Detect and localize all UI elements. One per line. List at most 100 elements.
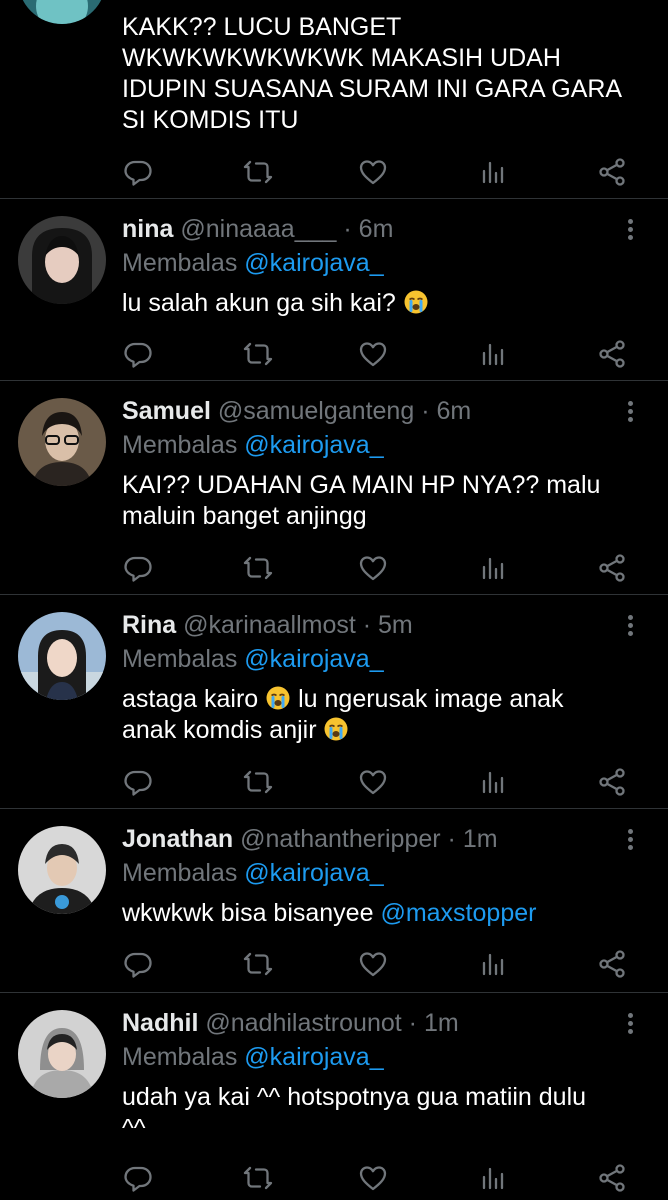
- like-icon[interactable]: [357, 1162, 389, 1194]
- username[interactable]: @karinaallmost: [183, 611, 356, 639]
- like-icon[interactable]: [357, 552, 389, 584]
- timestamp[interactable]: 6m: [359, 215, 394, 243]
- like-icon[interactable]: [357, 338, 389, 370]
- tweet-text: astaga kairo lu ngerusak image anak anak…: [122, 684, 642, 746]
- tweet-text: KAI?? UDAHAN GA MAIN HP NYA?? malu malui…: [122, 471, 601, 530]
- tweet-text: lu salah akun ga sih kai?: [122, 288, 642, 319]
- tweet-actions: [0, 1162, 668, 1194]
- replying-to: Membalas @kairojava_: [122, 246, 384, 280]
- reply-icon[interactable]: [122, 1162, 154, 1194]
- tweet-header: Nadhil @nadhilastrounot · 1m: [122, 1006, 459, 1040]
- like-icon[interactable]: [357, 948, 389, 980]
- tweet-header: Rina @karinaallmost · 5m: [122, 608, 413, 642]
- more-options-icon[interactable]: [620, 1010, 640, 1038]
- analytics-icon[interactable]: [477, 766, 509, 798]
- tweet-actions: [0, 948, 668, 980]
- reply-mention-link[interactable]: @kairojava_: [244, 249, 383, 277]
- share-icon[interactable]: [596, 948, 628, 980]
- retweet-icon[interactable]: [242, 766, 274, 798]
- analytics-icon[interactable]: [477, 948, 509, 980]
- reply-icon[interactable]: [122, 948, 154, 980]
- tweet-actions: [0, 156, 668, 188]
- tweet[interactable]: Samuel @samuelganteng · 6m Membalas @kai…: [0, 394, 668, 594]
- timestamp[interactable]: 1m: [463, 825, 498, 853]
- like-icon[interactable]: [357, 156, 389, 188]
- retweet-icon[interactable]: [242, 338, 274, 370]
- retweet-icon[interactable]: [242, 552, 274, 584]
- share-icon[interactable]: [596, 156, 628, 188]
- retweet-icon[interactable]: [242, 1162, 274, 1194]
- more-options-icon[interactable]: [620, 826, 640, 854]
- more-options-icon[interactable]: [620, 216, 640, 244]
- share-icon[interactable]: [596, 552, 628, 584]
- tweet[interactable]: Jonathan @nathantheripper · 1m Membalas …: [0, 822, 668, 992]
- display-name[interactable]: Jonathan: [122, 825, 233, 853]
- retweet-icon[interactable]: [242, 948, 274, 980]
- reply-icon[interactable]: [122, 552, 154, 584]
- display-name[interactable]: Samuel: [122, 397, 211, 425]
- tweet-text: udah ya kai ^^ hotspotnya gua matiin dul…: [122, 1083, 587, 1142]
- replying-to: Membalas @kairojava_: [122, 856, 384, 890]
- more-options-icon[interactable]: [620, 612, 640, 640]
- replying-label: Membalas: [122, 431, 238, 459]
- avatar[interactable]: [18, 0, 106, 24]
- reply-mention-link[interactable]: @kairojava_: [244, 1043, 383, 1071]
- share-icon[interactable]: [596, 338, 628, 370]
- mention-link[interactable]: @maxstopper: [380, 899, 536, 927]
- avatar[interactable]: [18, 216, 106, 304]
- like-icon[interactable]: [357, 766, 389, 798]
- loudly-crying-face-emoji: [323, 716, 349, 742]
- tweet[interactable]: Rina @karinaallmost · 5m Membalas @kairo…: [0, 608, 668, 808]
- tweet-text: KAKK?? LUCU BANGET WKWKWKWKWKWK MAKASIH …: [122, 13, 623, 134]
- reply-icon[interactable]: [122, 766, 154, 798]
- divider: [0, 594, 668, 595]
- tweet-header: nina @ninaaaa___ · 6m: [122, 212, 393, 246]
- share-icon[interactable]: [596, 1162, 628, 1194]
- timestamp[interactable]: 5m: [378, 611, 413, 639]
- loudly-crying-face-emoji: [265, 685, 291, 711]
- tweet[interactable]: Nadhil @nadhilastrounot · 1m Membalas @k…: [0, 1006, 668, 1200]
- tweet-header: Jonathan @nathantheripper · 1m: [122, 822, 498, 856]
- tweet-actions: [0, 552, 668, 584]
- tweet[interactable]: nina @ninaaaa___ · 6m Membalas @kairojav…: [0, 212, 668, 380]
- timeline: KAKK?? LUCU BANGET WKWKWKWKWKWK MAKASIH …: [0, 0, 668, 1200]
- analytics-icon[interactable]: [477, 338, 509, 370]
- display-name[interactable]: Rina: [122, 611, 176, 639]
- analytics-icon[interactable]: [477, 156, 509, 188]
- display-name[interactable]: Nadhil: [122, 1009, 198, 1037]
- timestamp[interactable]: 1m: [424, 1009, 459, 1037]
- separator: ·: [447, 825, 456, 853]
- analytics-icon[interactable]: [477, 1162, 509, 1194]
- separator: ·: [362, 611, 372, 639]
- divider: [0, 198, 668, 199]
- username[interactable]: @ninaaaa___: [180, 215, 336, 243]
- replying-label: Membalas: [122, 859, 238, 887]
- replying-label: Membalas: [122, 1043, 238, 1071]
- avatar[interactable]: [18, 612, 106, 700]
- separator: ·: [408, 1009, 417, 1037]
- username[interactable]: @nathantheripper: [240, 825, 441, 853]
- retweet-icon[interactable]: [242, 156, 274, 188]
- reply-mention-link[interactable]: @kairojava_: [244, 645, 383, 673]
- display-name[interactable]: nina: [122, 215, 173, 243]
- share-icon[interactable]: [596, 766, 628, 798]
- avatar[interactable]: [18, 1010, 106, 1098]
- timestamp[interactable]: 6m: [436, 397, 471, 425]
- analytics-icon[interactable]: [477, 552, 509, 584]
- loudly-crying-face-emoji: [403, 289, 429, 315]
- username[interactable]: @nadhilastrounot: [205, 1009, 401, 1037]
- tweet-top[interactable]: KAKK?? LUCU BANGET WKWKWKWKWKWK MAKASIH …: [0, 0, 668, 198]
- more-options-icon[interactable]: [620, 398, 640, 426]
- avatar[interactable]: [18, 398, 106, 486]
- username[interactable]: @samuelganteng: [218, 397, 414, 425]
- avatar[interactable]: [18, 826, 106, 914]
- reply-mention-link[interactable]: @kairojava_: [244, 431, 383, 459]
- replying-label: Membalas: [122, 249, 238, 277]
- reply-icon[interactable]: [122, 338, 154, 370]
- divider: [0, 808, 668, 809]
- reply-icon[interactable]: [122, 156, 154, 188]
- divider: [0, 992, 668, 993]
- replying-to: Membalas @kairojava_: [122, 642, 384, 676]
- separator: ·: [343, 215, 352, 243]
- reply-mention-link[interactable]: @kairojava_: [244, 859, 383, 887]
